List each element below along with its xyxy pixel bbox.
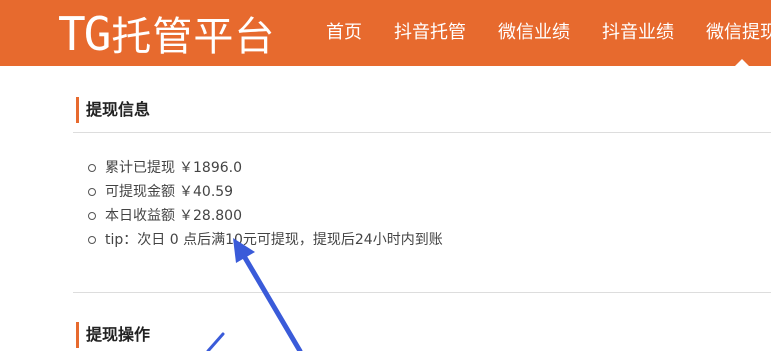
annotation-stroke (206, 332, 225, 351)
withdraw-info-title: 提现信息 (76, 97, 150, 123)
site-logo[interactable]: TG托管平台 (58, 8, 275, 60)
item-label: 累计已提现 (105, 160, 175, 176)
list-item-tip: tip：次日 0 点后满10元可提现，提现后24小时内到账 (88, 228, 443, 252)
tip-text: tip：次日 0 点后满10元可提现，提现后24小时内到账 (105, 232, 443, 248)
nav-item-douyin-hosting[interactable]: 抖音托管 (378, 0, 482, 66)
withdraw-info-list: 累计已提现 ￥1896.0 可提现金额 ￥40.59 本日收益额 ￥28.800 ti… (88, 156, 443, 252)
logo-tg-text: TG (58, 7, 111, 61)
item-value: ￥40.59 (179, 184, 234, 200)
nav-item-home[interactable]: 首页 (310, 0, 378, 66)
nav-item-douyin-performance[interactable]: 抖音业绩 (586, 0, 690, 66)
annotation-arrow-icon (233, 238, 303, 351)
top-navbar: TG托管平台 首页 抖音托管 微信业绩 抖音业绩 微信提现 (0, 0, 771, 66)
logo-platform-text: 托管平台 (111, 14, 276, 60)
section-divider (73, 132, 771, 133)
main-nav: 首页 抖音托管 微信业绩 抖音业绩 微信提现 (310, 0, 771, 66)
item-value: ￥1896.0 (179, 160, 242, 176)
nav-item-wechat-performance[interactable]: 微信业绩 (482, 0, 586, 66)
list-item-available-amount: 可提现金额 ￥40.59 (88, 180, 443, 204)
list-item-today-income: 本日收益额 ￥28.800 (88, 204, 443, 228)
item-value: ￥28.800 (179, 208, 242, 224)
item-label: 本日收益额 (105, 208, 175, 224)
list-item-total-withdrawn: 累计已提现 ￥1896.0 (88, 156, 443, 180)
withdraw-action-title: 提现操作 (76, 322, 150, 348)
nav-item-wechat-withdraw[interactable]: 微信提现 (690, 0, 771, 66)
section-divider (73, 292, 771, 293)
item-label: 可提现金额 (105, 184, 175, 200)
